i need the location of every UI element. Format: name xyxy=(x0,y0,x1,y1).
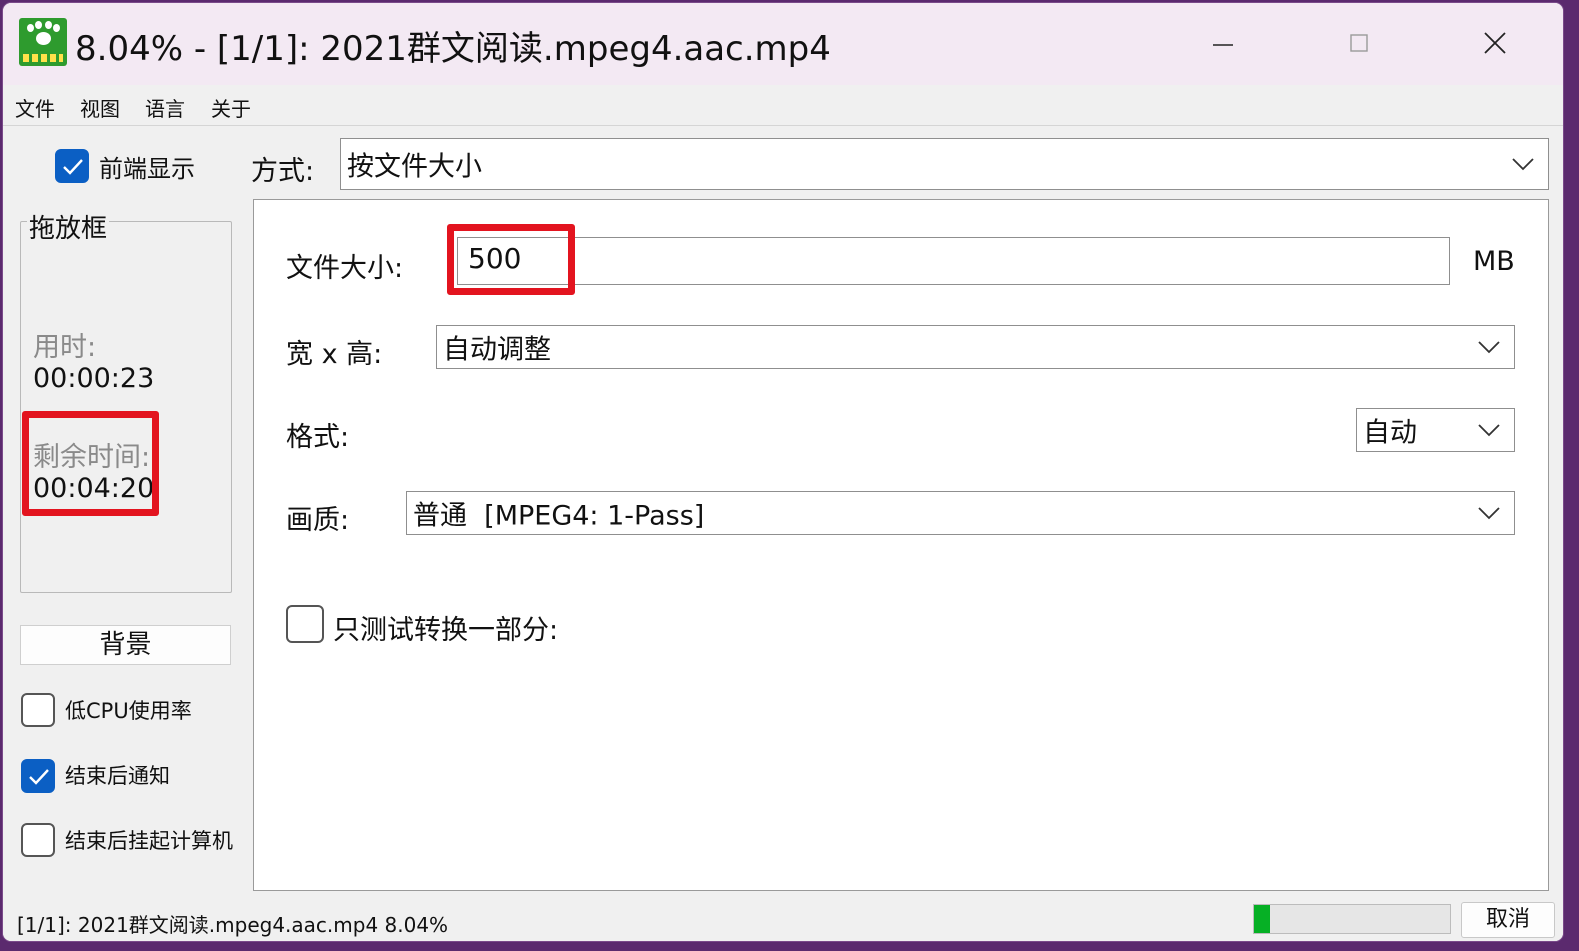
window-title: 8.04% - [1/1]: 2021群文阅读.mpeg4.aac.mp4 xyxy=(75,29,831,69)
dimensions-label: 宽 x 高: xyxy=(286,339,383,370)
status-bar: [1/1]: 2021群文阅读.mpeg4.aac.mp4 8.04% 取消 xyxy=(3,899,1563,941)
filesize-input[interactable]: 500 xyxy=(457,237,1450,285)
paw-logo-icon xyxy=(19,18,67,66)
chevron-down-icon xyxy=(1512,158,1534,171)
status-text: [1/1]: 2021群文阅读.mpeg4.aac.mp4 8.04% xyxy=(17,913,449,937)
low-cpu-checkbox[interactable] xyxy=(21,693,55,727)
menu-view[interactable]: 视图 xyxy=(80,93,120,122)
maximize-icon xyxy=(1350,34,1368,52)
mode-label: 方式: xyxy=(251,156,315,187)
quality-label: 画质: xyxy=(286,505,350,536)
partial-test-checkbox[interactable] xyxy=(286,605,324,643)
close-icon xyxy=(1484,32,1506,54)
partial-test-label: 只测试转换一部分: xyxy=(333,615,559,646)
foreground-label: 前端显示 xyxy=(99,155,195,183)
chevron-down-icon xyxy=(1478,341,1500,354)
checkmark-icon xyxy=(29,769,49,785)
cancel-button[interactable]: 取消 xyxy=(1461,902,1555,938)
maximize-button[interactable] xyxy=(1329,21,1389,67)
quality-value: 普通 [MPEG4: 1-Pass] xyxy=(413,500,705,532)
progress-bar xyxy=(1253,904,1451,934)
dimensions-select[interactable]: 自动调整 xyxy=(436,325,1515,369)
format-select[interactable]: 自动 xyxy=(1356,408,1515,452)
menu-file[interactable]: 文件 xyxy=(15,93,55,122)
format-label: 格式: xyxy=(286,422,350,453)
chevron-down-icon xyxy=(1478,424,1500,437)
filesize-unit: MB xyxy=(1473,246,1515,277)
chevron-down-icon xyxy=(1478,507,1500,520)
menu-about[interactable]: 关于 xyxy=(211,93,251,122)
notify-label: 结束后通知 xyxy=(65,764,170,788)
quality-select[interactable]: 普通 [MPEG4: 1-Pass] xyxy=(406,491,1515,535)
drop-zone[interactable] xyxy=(20,221,232,593)
low-cpu-label: 低CPU使用率 xyxy=(65,699,192,723)
checkmark-icon xyxy=(63,159,83,175)
filesize-label: 文件大小: xyxy=(286,253,404,284)
suspend-checkbox[interactable] xyxy=(21,823,55,857)
title-bar: 8.04% - [1/1]: 2021群文阅读.mpeg4.aac.mp4 xyxy=(3,3,1563,85)
filesize-highlight xyxy=(447,224,575,295)
settings-panel xyxy=(253,199,1549,891)
menu-language[interactable]: 语言 xyxy=(145,93,185,122)
app-window: 8.04% - [1/1]: 2021群文阅读.mpeg4.aac.mp4 文件… xyxy=(3,3,1563,941)
mode-value: 按文件大小 xyxy=(347,151,482,183)
minimize-button[interactable] xyxy=(1193,21,1253,67)
minimize-icon xyxy=(1213,44,1233,46)
elapsed-label: 用时: xyxy=(33,332,97,363)
background-button[interactable]: 背景 xyxy=(20,625,231,665)
elapsed-value: 00:00:23 xyxy=(33,363,155,394)
drop-zone-title: 拖放框 xyxy=(27,208,110,245)
format-value: 自动 xyxy=(1363,417,1417,449)
menu-bar: 文件 视图 语言 关于 xyxy=(3,85,1563,126)
notify-checkbox[interactable] xyxy=(21,759,55,793)
suspend-label: 结束后挂起计算机 xyxy=(65,829,233,853)
progress-fill xyxy=(1254,905,1270,933)
mode-select[interactable]: 按文件大小 xyxy=(340,138,1549,190)
dimensions-value: 自动调整 xyxy=(443,334,551,366)
close-button[interactable] xyxy=(1465,21,1525,67)
remaining-time-highlight xyxy=(22,411,159,516)
foreground-checkbox[interactable] xyxy=(55,149,89,183)
